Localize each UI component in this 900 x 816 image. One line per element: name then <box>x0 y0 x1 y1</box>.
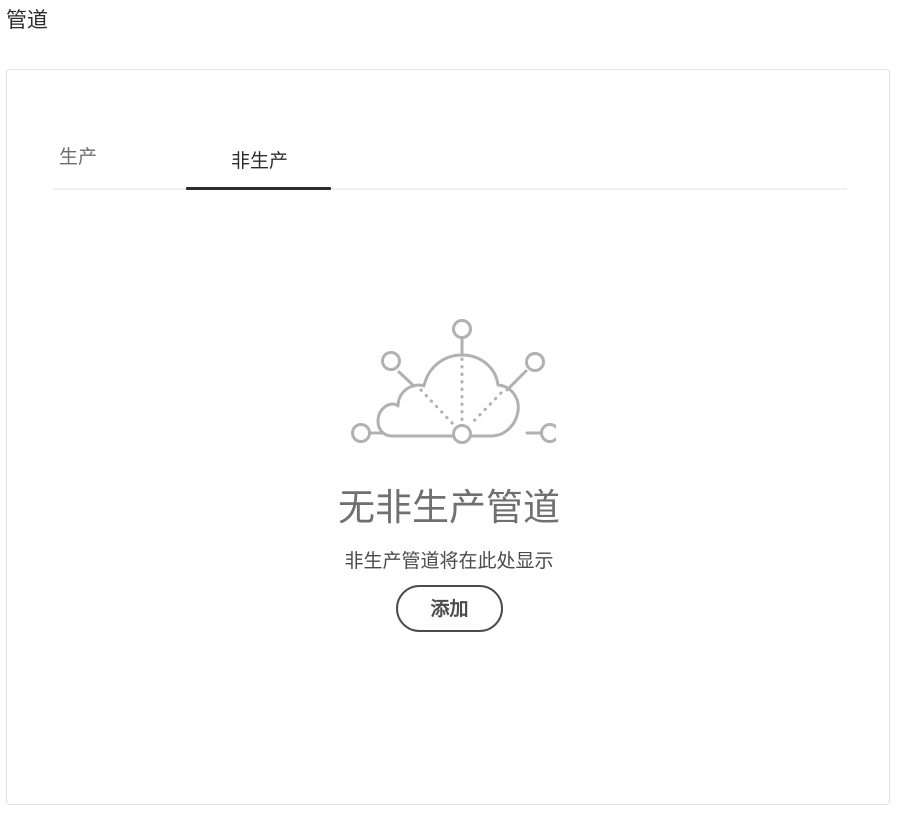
pipelines-panel: 生产 非生产 无非生产管道 非生产管道将在此处显示 添加 <box>6 69 890 805</box>
pipeline-tabs: 生产 非生产 <box>53 120 847 190</box>
empty-state-description: 非生产管道将在此处显示 <box>344 550 554 572</box>
tab-non-production-label: 非生产 <box>231 150 289 172</box>
selected-tab-indicator <box>186 187 331 190</box>
page-title: 管道 <box>6 8 48 32</box>
tab-production[interactable]: 生产 <box>53 120 173 188</box>
tab-non-production[interactable]: 非生产 <box>186 120 331 188</box>
add-pipeline-button[interactable]: 添加 <box>396 585 503 632</box>
empty-state-heading: 无非生产管道 <box>338 486 560 529</box>
cloud-network-icon <box>351 319 556 444</box>
tab-production-label: 生产 <box>59 146 98 168</box>
